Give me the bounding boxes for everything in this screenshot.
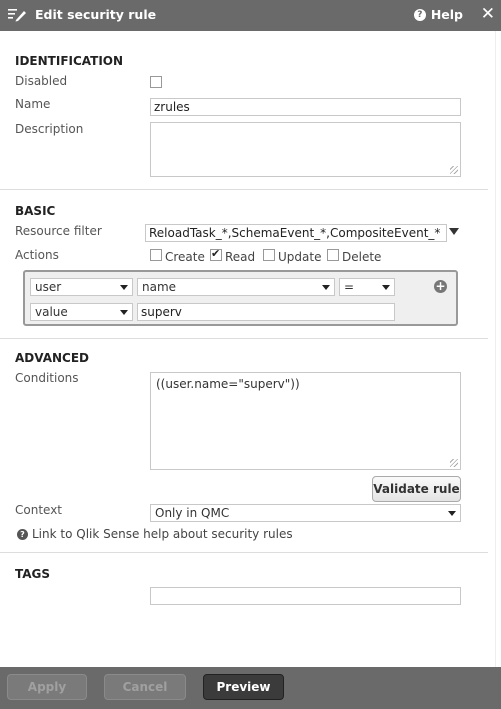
chevron-down-icon	[322, 285, 330, 290]
add-condition-icon[interactable]: +	[434, 280, 447, 293]
scrollbar[interactable]	[495, 31, 501, 667]
section-divider	[0, 189, 488, 190]
identification-heading: IDENTIFICATION	[15, 54, 124, 68]
dialog-body: IDENTIFICATION Disabled Name zrules Desc…	[0, 31, 501, 667]
delete-checkbox[interactable]	[327, 249, 339, 261]
chevron-down-icon	[382, 285, 390, 290]
section-divider	[0, 338, 488, 339]
subject-value: user	[35, 280, 62, 294]
read-label: Read	[225, 250, 256, 264]
basic-heading: BASIC	[15, 204, 56, 218]
context-label: Context	[15, 503, 63, 517]
actions-label: Actions	[15, 248, 59, 262]
help-icon: ?	[413, 8, 426, 21]
conditions-label: Conditions	[15, 371, 79, 385]
name-input[interactable]: zrules	[150, 98, 461, 116]
help-link-text: Link to Qlik Sense help about security r…	[32, 527, 293, 541]
operator-value: =	[344, 280, 355, 294]
section-divider	[0, 552, 488, 553]
subject-select[interactable]: user	[30, 278, 133, 296]
context-select[interactable]: Only in QMC	[150, 504, 461, 522]
advanced-heading: ADVANCED	[15, 351, 90, 365]
update-checkbox[interactable]	[263, 249, 275, 261]
operator-select[interactable]: =	[339, 278, 395, 296]
preview-button[interactable]: Preview	[203, 674, 284, 700]
help-button[interactable]: ? Help	[413, 7, 463, 22]
attribute-select[interactable]: name	[137, 278, 335, 296]
chevron-down-icon	[448, 511, 456, 516]
update-label: Update	[278, 250, 322, 264]
chevron-down-icon	[120, 285, 128, 290]
disabled-checkbox[interactable]	[150, 76, 162, 88]
cancel-button[interactable]: Cancel	[104, 674, 186, 700]
edit-rule-icon	[8, 9, 26, 22]
context-value: Only in QMC	[155, 506, 230, 520]
resource-filter-dropdown-icon[interactable]	[449, 228, 459, 235]
delete-label: Delete	[342, 250, 382, 264]
tags-heading: TAGS	[15, 567, 51, 581]
validate-rule-button[interactable]: Validate rule	[372, 476, 461, 502]
value-type-value: value	[35, 305, 68, 319]
condition-value-input[interactable]: superv	[137, 303, 395, 321]
help-icon: ?	[17, 528, 28, 540]
value-type-select[interactable]: value	[30, 303, 133, 321]
name-label: Name	[15, 97, 51, 111]
close-icon[interactable]: ✕	[481, 4, 495, 24]
tags-input[interactable]	[150, 587, 461, 605]
create-label: Create	[165, 250, 205, 264]
resize-grip-icon[interactable]	[450, 166, 458, 174]
resize-grip-icon[interactable]	[450, 459, 458, 467]
read-checkbox[interactable]	[210, 247, 222, 261]
conditions-textarea[interactable]: ((user.name="superv"))	[150, 372, 461, 470]
description-label: Description	[15, 122, 84, 136]
dialog-footer: Apply Cancel Preview	[0, 667, 501, 709]
attribute-value: name	[142, 280, 177, 294]
apply-button[interactable]: Apply	[7, 674, 87, 700]
condition-builder: user name = + value superv	[23, 270, 458, 326]
resource-filter-label: Resource filter	[15, 224, 102, 238]
chevron-down-icon	[120, 310, 128, 315]
dialog-header: Edit security rule ? Help ✕	[0, 0, 501, 31]
description-textarea[interactable]	[150, 122, 461, 177]
resource-filter-input[interactable]: ReloadTask_*,SchemaEvent_*,CompositeEven…	[145, 224, 447, 242]
help-label: Help	[430, 7, 463, 22]
dialog-title: Edit security rule	[35, 7, 157, 22]
disabled-label: Disabled	[15, 74, 68, 88]
create-checkbox[interactable]	[150, 249, 162, 261]
help-link[interactable]: ? Link to Qlik Sense help about security…	[17, 527, 293, 541]
conditions-text: ((user.name="superv"))	[156, 377, 300, 391]
